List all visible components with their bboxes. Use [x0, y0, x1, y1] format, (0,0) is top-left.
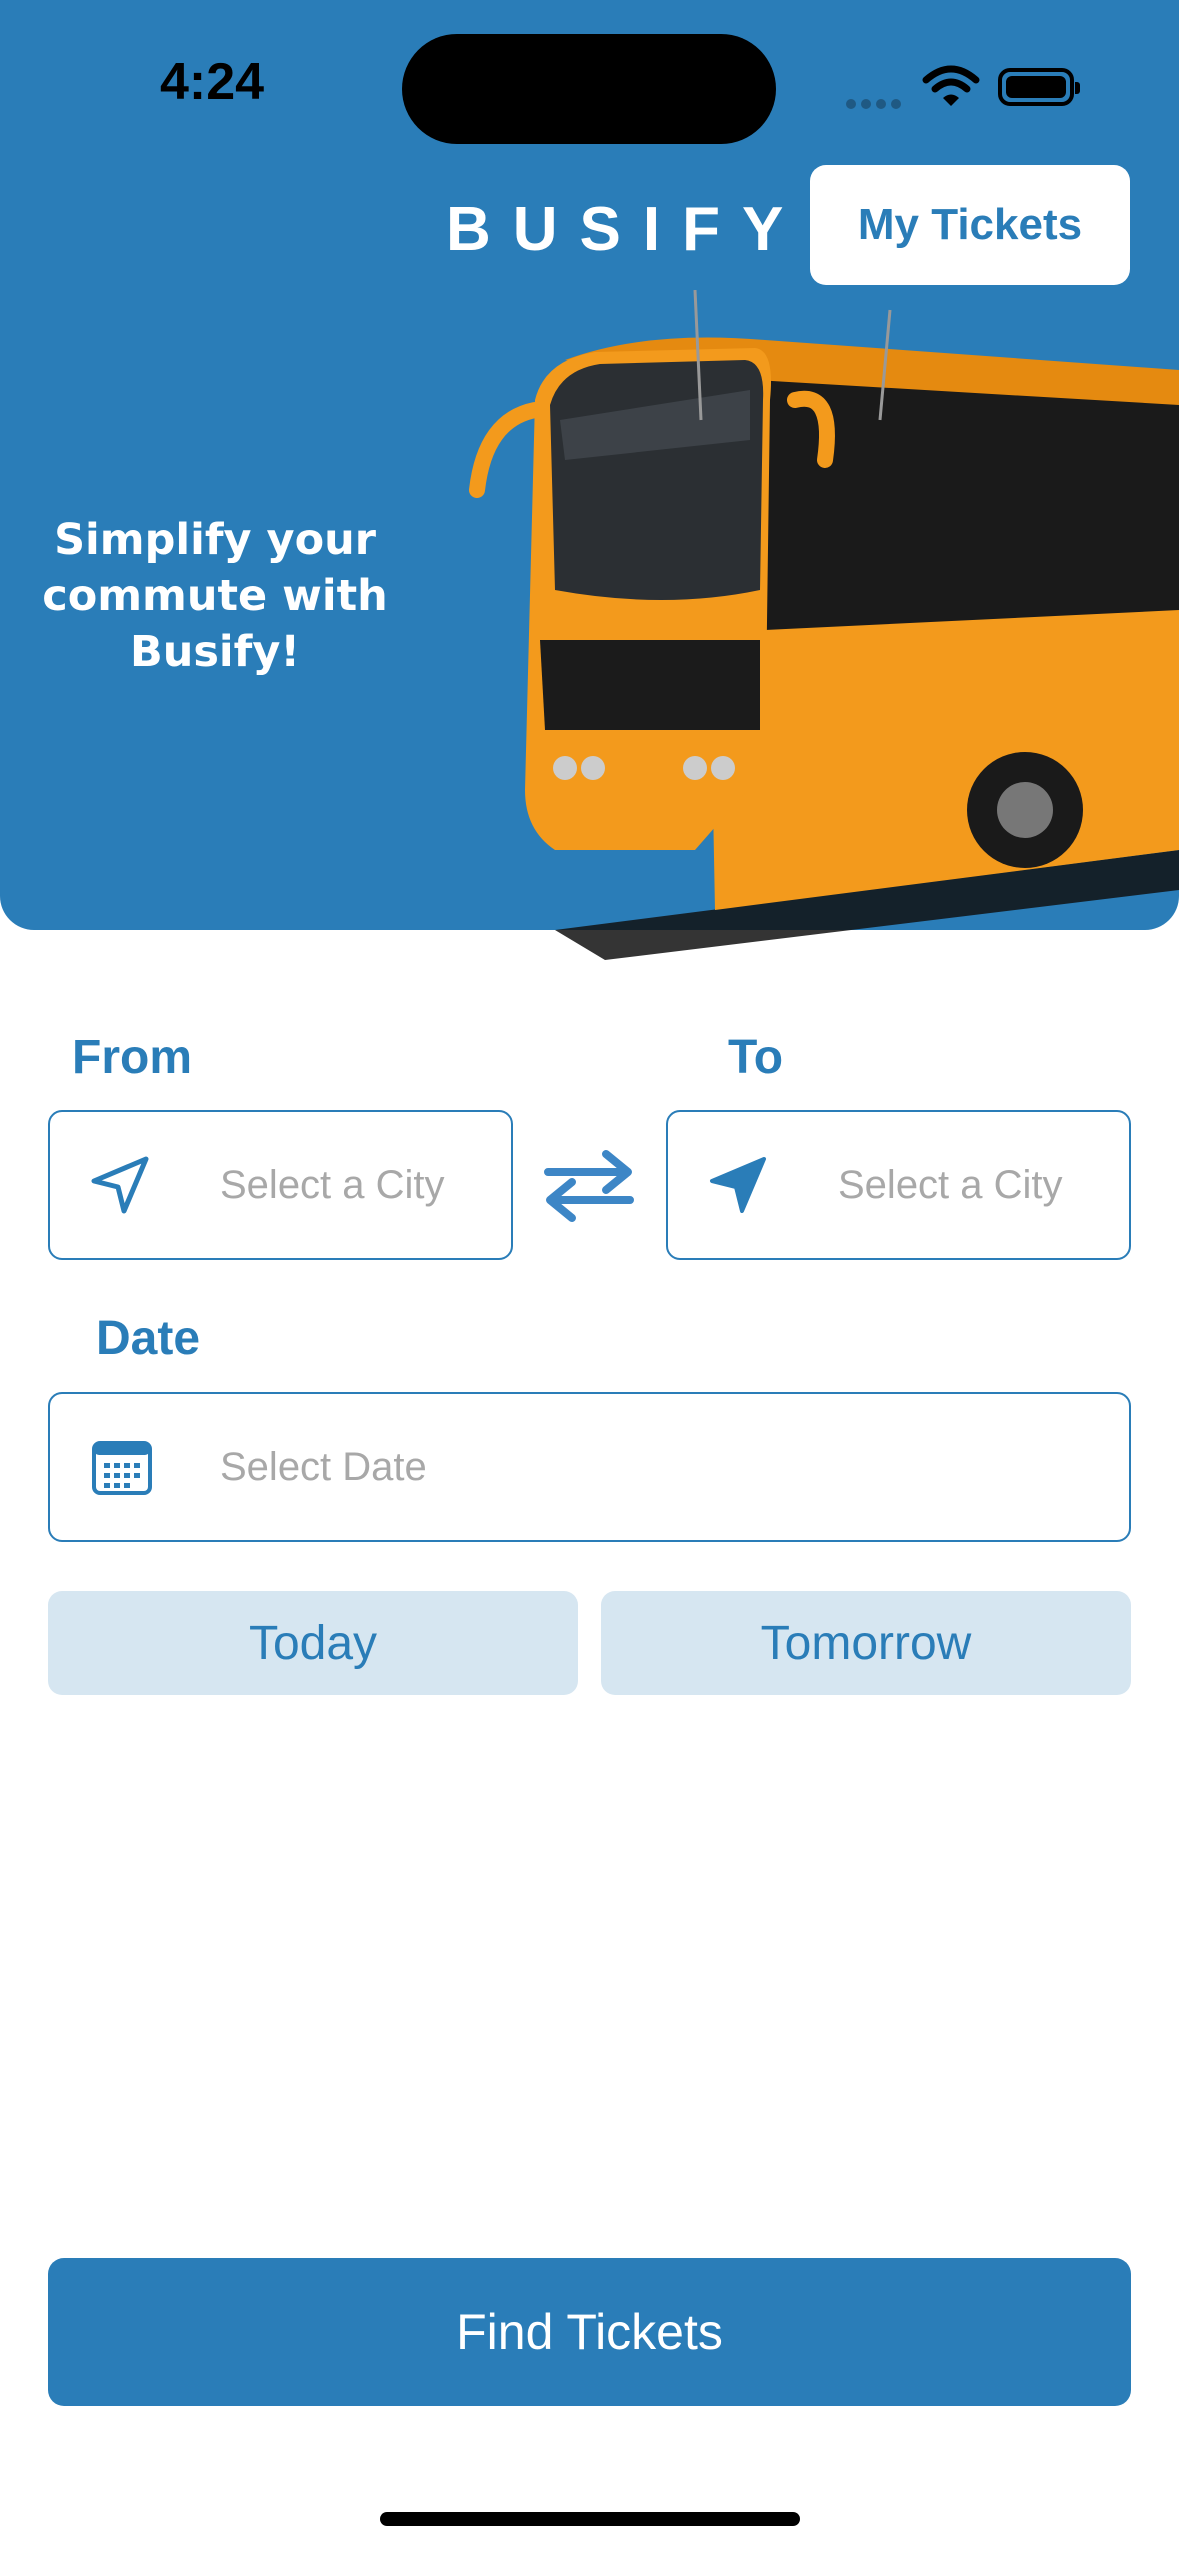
date-label: Date — [96, 1312, 201, 1365]
dynamic-island — [402, 34, 776, 144]
to-city-field[interactable]: Select a City — [666, 1110, 1131, 1260]
calendar-icon — [92, 1394, 152, 1540]
to-city-placeholder: Select a City — [838, 1162, 1063, 1207]
cellular-signal-icon — [846, 96, 906, 114]
date-field[interactable]: Select Date — [48, 1392, 1131, 1542]
tomorrow-button[interactable]: Tomorrow — [601, 1591, 1131, 1695]
swap-arrows-icon[interactable] — [542, 1146, 636, 1226]
navigation-arrow-filled-icon — [706, 1112, 770, 1258]
battery-icon — [998, 68, 1080, 106]
wifi-icon — [922, 65, 980, 106]
navigation-arrow-outline-icon — [88, 1112, 152, 1258]
today-button[interactable]: Today — [48, 1591, 578, 1695]
to-label: To — [728, 1031, 784, 1084]
tagline-line-3: Busify! — [129, 627, 301, 677]
tagline-line-1: Simplify your — [54, 515, 376, 565]
find-tickets-button[interactable]: Find Tickets — [48, 2258, 1131, 2406]
from-city-field[interactable]: Select a City — [48, 1110, 513, 1260]
date-placeholder: Select Date — [220, 1444, 427, 1489]
from-label: From — [72, 1031, 192, 1084]
app-brand-title: BUSIFY — [446, 195, 806, 264]
my-tickets-button[interactable]: My Tickets — [810, 165, 1130, 285]
tagline-line-2: commute with — [42, 571, 388, 621]
from-city-placeholder: Select a City — [220, 1162, 445, 1207]
status-time: 4:24 — [160, 53, 265, 111]
home-indicator[interactable] — [380, 2512, 800, 2526]
hero-tagline: Simplify your commute with Busify! — [40, 512, 390, 680]
bus-illustration — [469, 290, 1179, 960]
